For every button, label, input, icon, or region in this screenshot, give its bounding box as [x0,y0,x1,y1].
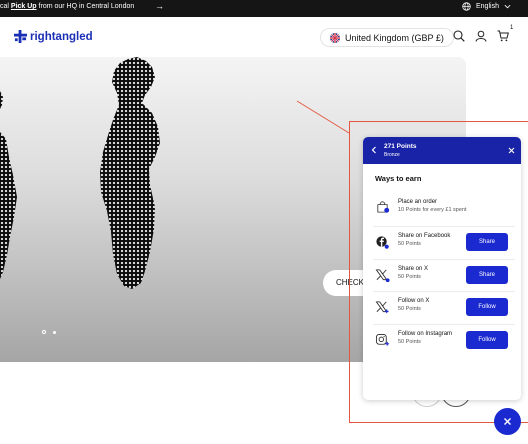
country-label: United Kingdom (GBP £) [345,32,444,43]
facebook-share-icon [376,236,389,249]
site-header: rightangled United Kingdom (GBP £) 1 [0,17,528,57]
chevron-down-icon [504,4,511,9]
way-detail: 10 Points for every £1 spent [398,207,467,213]
way-follow-instagram: Follow on Instagram 50 Points Follow [373,325,515,358]
country-selector[interactable]: United Kingdom (GBP £) [320,28,454,47]
shopping-bag-icon [377,201,390,213]
carousel-dots [42,330,56,334]
close-icon[interactable] [508,147,515,154]
way-detail: 50 Points [398,306,421,312]
x-share-icon [375,268,390,282]
way-place-order: Place an order 10 Points for every £1 sp… [373,191,515,227]
way-name: Share on X [398,265,429,272]
way-detail: 50 Points [398,241,421,247]
rewards-panel: 271 Points Bronze Ways to earn Place an … [363,137,521,400]
way-share-x: Share on X 50 Points Share [373,260,515,292]
way-detail: 50 Points [398,273,421,280]
logo[interactable]: rightangled [14,30,93,43]
rewards-panel-header: 271 Points Bronze [363,137,521,164]
logo-text: rightangled [30,30,93,43]
globe-icon [462,2,471,11]
language-label: English [476,3,499,10]
back-chevron-icon[interactable] [371,146,377,154]
follow-instagram-button[interactable]: Follow [466,330,508,349]
announcement-bar: cal Pick Up from our HQ in Central Londo… [0,0,528,17]
uk-flag-icon [330,32,340,43]
cart-icon[interactable] [497,30,509,42]
share-facebook-button[interactable]: Share [466,233,508,251]
close-icon [504,418,511,425]
rewards-launcher-button[interactable] [494,408,521,435]
way-name: Place an order [398,199,438,205]
announcement-text: cal Pick Up from our HQ in Central Londo… [0,3,135,10]
tier-label: Bronze [384,152,400,158]
pick-up-link[interactable]: Pick Up [11,3,37,10]
follow-x-button[interactable]: Follow [466,298,508,316]
language-selector[interactable]: English [462,2,511,11]
way-name: Share on Facebook [398,233,451,239]
instagram-follow-icon [375,333,390,346]
cart-count-badge: 1 [510,25,514,31]
account-icon[interactable] [475,30,487,42]
way-share-facebook: Share on Facebook 50 Points Share [373,227,515,260]
way-name: Follow on X [398,298,430,304]
ways-to-earn-list: Place an order 10 Points for every £1 sp… [373,191,515,357]
ways-to-earn-heading: Ways to earn [375,174,422,183]
search-icon[interactable] [453,30,465,42]
carousel-dot-2[interactable] [53,330,56,334]
way-follow-x: Follow on X 50 Points Follow [373,292,515,325]
logo-mark-icon [14,30,27,43]
points-balance: 271 Points [384,143,417,150]
way-detail: 50 Points [398,338,421,345]
announcement-next-arrow-icon[interactable]: → [155,1,164,11]
way-name: Follow on Instagram [398,330,453,337]
x-follow-icon [375,301,389,314]
carousel-dot-1[interactable] [42,330,46,334]
share-x-button[interactable]: Share [466,265,508,284]
